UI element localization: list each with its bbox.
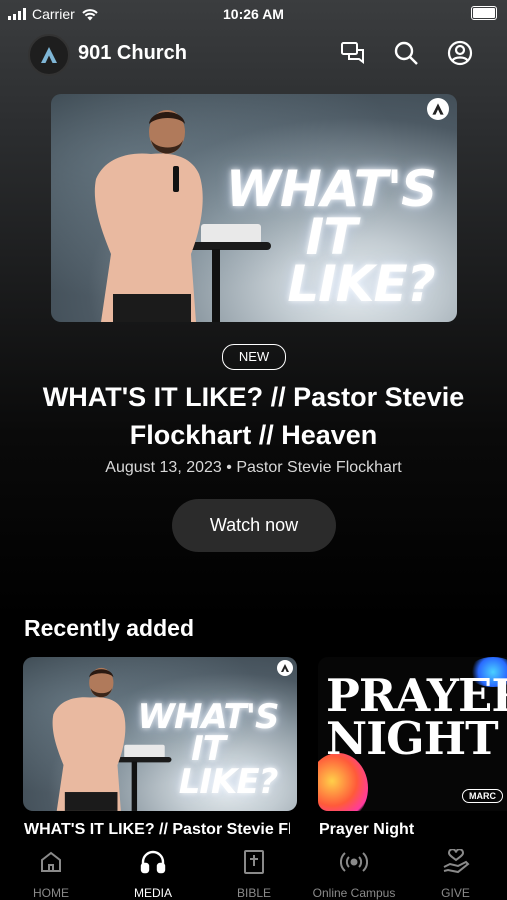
search-icon[interactable] [391, 38, 421, 68]
card-date-tag: MARC [462, 789, 503, 803]
battery-icon [471, 6, 497, 20]
tab-label: BIBLE [236, 886, 272, 900]
hero-title: WHAT'S IT LIKE? // Pastor Stevie Flockha… [42, 382, 465, 450]
chat-icon[interactable] [338, 38, 368, 68]
artwork-logo-icon [427, 98, 449, 120]
church-name: 901 Church [78, 42, 187, 64]
card-artwork-title: WHAT'S IT LIKE? [137, 697, 279, 802]
headphones-icon [140, 850, 166, 874]
broadcast-icon [340, 852, 368, 872]
media-card-prayer-night[interactable]: PRAYER NIGHT MARC [318, 657, 507, 811]
home-icon [41, 851, 61, 872]
church-logo-icon[interactable] [28, 34, 70, 76]
bible-icon [244, 850, 264, 874]
tab-bible[interactable]: BIBLE [204, 842, 304, 900]
tab-media[interactable]: MEDIA [102, 842, 204, 900]
tab-label: Online Campus [312, 886, 396, 900]
hero-date: August 13, 2023 [105, 459, 222, 476]
top-bar: 901 Church [0, 32, 507, 76]
tab-label: MEDIA [133, 886, 172, 900]
media-card-title[interactable]: Prayer Night [319, 821, 499, 839]
clock: 10:26 AM [223, 6, 284, 22]
tab-bar: HOME MEDIA BIBLE Online Campus GIVE [0, 842, 507, 900]
give-icon [443, 849, 469, 874]
profile-icon[interactable] [445, 38, 475, 68]
card-logo-icon [277, 660, 293, 676]
tab-home[interactable]: HOME [0, 842, 102, 900]
media-card-whats-it-like[interactable]: WHAT'S IT LIKE? [23, 657, 297, 811]
tab-label: HOME [33, 886, 69, 900]
tab-give[interactable]: GIVE [404, 842, 507, 900]
media-card-title[interactable]: WHAT'S IT LIKE? // Pastor Stevie Flockha… [24, 821, 290, 839]
hero-artwork[interactable]: WHAT'S IT LIKE? [51, 94, 457, 322]
artwork-title: WHAT'S IT LIKE? [225, 160, 437, 313]
hero-meta: August 13, 2023 • Pastor Stevie Flockhar… [0, 459, 507, 477]
tab-label: GIVE [441, 886, 470, 900]
meta-separator: • [226, 459, 232, 476]
section-heading: Recently added [24, 615, 194, 641]
card-artwork-title: PRAYER NIGHT [326, 669, 507, 765]
watch-now-button[interactable]: Watch now [172, 499, 336, 552]
status-bar: Carrier 10:26 AM [0, 0, 507, 28]
new-badge: NEW [222, 344, 286, 370]
hero-speaker: Pastor Stevie Flockhart [236, 459, 402, 476]
tab-online-campus[interactable]: Online Campus [304, 842, 404, 900]
